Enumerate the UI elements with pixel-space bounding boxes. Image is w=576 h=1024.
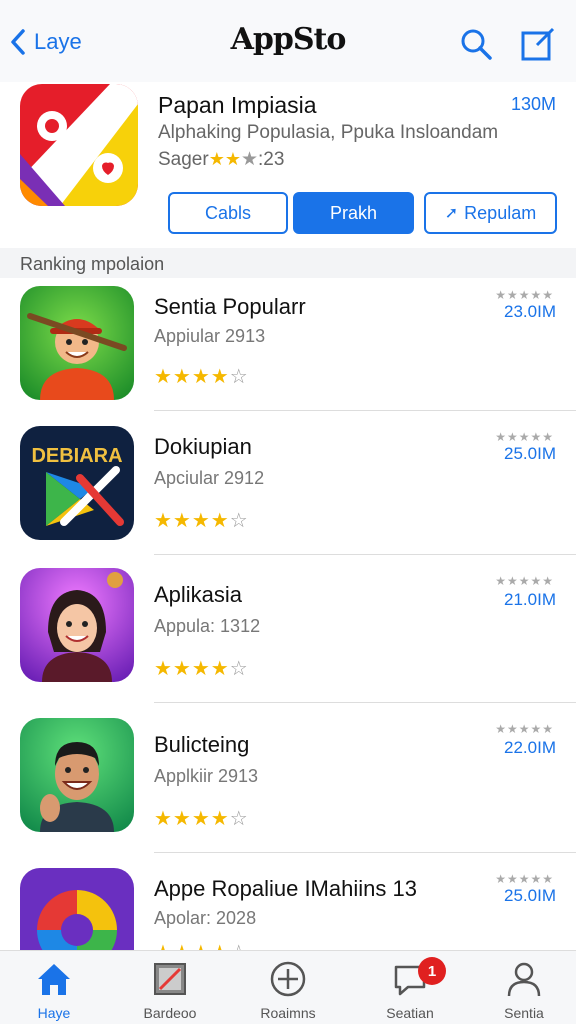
app-icon-4[interactable]	[20, 718, 134, 832]
mini-rating-stars: ★★★★★	[495, 288, 554, 302]
prakh-button[interactable]: Prakh	[293, 192, 414, 234]
featured-app-icon[interactable]	[20, 84, 138, 206]
tab-roaimns[interactable]: Roaimns	[238, 959, 338, 1021]
app-size: 22.0IM	[504, 738, 556, 757]
tab-bar: Haye Bardeoo Roaimns 1 Seatian Sentia	[0, 950, 576, 1024]
app-category: Apciular 2912	[154, 468, 265, 488]
list-item[interactable]: Appe Ropaliue IMahiins 13 Apolar: 2028 ★…	[0, 866, 576, 950]
search-icon[interactable]	[458, 26, 494, 62]
app-rating-stars: ★★★★☆	[154, 658, 249, 680]
prakh-button-label: Prakh	[329, 202, 378, 223]
app-name: Bulicteing	[154, 732, 250, 757]
compose-icon[interactable]	[520, 26, 556, 62]
app-icon-3[interactable]	[20, 568, 134, 682]
list-item[interactable]: Bulicteing Applkiir 2913 ★★★★☆ ★★★★★ 22.…	[0, 716, 576, 864]
app-icon-2[interactable]: DEBIARA	[20, 426, 134, 540]
list-item[interactable]: Aplikasia Appula: 1312 ★★★★☆ ★★★★★ 21.0I…	[0, 566, 576, 714]
divider	[154, 410, 576, 411]
newspaper-icon	[154, 963, 186, 995]
rating-half-star: ★	[240, 149, 259, 170]
app-icon-1[interactable]	[20, 286, 134, 400]
featured-app-size: 130M	[510, 94, 556, 114]
app-name: Dokiupian	[154, 434, 252, 459]
app-icon-5[interactable]	[20, 868, 134, 950]
notification-badge: 1	[418, 957, 446, 985]
rating-prefix: Sager	[158, 148, 209, 170]
divider	[154, 554, 576, 555]
mini-rating-stars: ★★★★★	[495, 430, 554, 444]
app-rating-stars: ★★★★☆	[154, 366, 249, 388]
app-rating-stars: ★★★★☆	[154, 940, 249, 950]
divider	[154, 852, 576, 853]
app-name: Sentia Popularr	[154, 294, 306, 319]
tab-label: Haye	[37, 1005, 71, 1021]
featured-app-subtitle: Alphaking Populasia, Ppuka Insloandam	[158, 122, 499, 143]
arrow-icon: ➚	[444, 205, 459, 222]
tab-home[interactable]: Haye	[4, 959, 104, 1021]
tab-bardeoo[interactable]: Bardeoo	[120, 959, 220, 1021]
app-size: 25.0IM	[504, 886, 556, 905]
app-rating-stars: ★★★★☆	[154, 510, 249, 532]
tab-sentia[interactable]: Sentia	[474, 959, 574, 1021]
section-label: Ranking mpolaion	[20, 254, 165, 274]
ranking-section-header: Ranking mpolaion	[0, 248, 576, 278]
list-item[interactable]: Sentia Popularr Appiular 2913 ★★★★☆ ★★★★…	[0, 280, 576, 428]
app-name: Aplikasia	[154, 582, 243, 607]
list-item[interactable]: DEBIARA Dokiupian Apciular 2912 ★★★★☆ ★★…	[0, 420, 576, 568]
repulam-button-label: Repulam	[464, 202, 537, 223]
tab-label: Roaimns	[260, 1005, 316, 1021]
app-size: 23.0IM	[504, 302, 556, 321]
app-category: Appiular 2913	[154, 326, 266, 346]
app-category: Appula: 1312	[154, 616, 261, 636]
rating-stars: ★★	[208, 149, 241, 169]
rating-value: :23	[258, 148, 285, 170]
app-name: Appe Ropaliue IMahiins 13	[154, 876, 417, 901]
repulam-button[interactable]: ➚ Repulam	[424, 192, 557, 234]
app-size: 25.0IM	[504, 444, 556, 463]
divider	[154, 702, 576, 703]
tab-label: Bardeoo	[143, 1005, 197, 1021]
app-rating-stars: ★★★★☆	[154, 808, 249, 830]
mini-rating-stars: ★★★★★	[495, 872, 554, 886]
nav-bar: Laye AppSto	[0, 0, 576, 82]
app-category: Apolar: 2028	[154, 908, 257, 928]
svg-text:DEBIARA: DEBIARA	[31, 445, 122, 467]
cabls-button[interactable]: Cabls	[168, 192, 288, 234]
cabls-button-label: Cabls	[204, 202, 252, 223]
featured-app-rating: Sager ★★ ★ :23	[158, 148, 284, 171]
app-size: 21.0IM	[504, 590, 556, 609]
person-icon	[507, 962, 541, 997]
add-circle-icon	[270, 961, 306, 997]
featured-app[interactable]: Papan Impiasia 130M Alphaking Populasia,…	[0, 82, 576, 248]
mini-rating-stars: ★★★★★	[495, 574, 554, 588]
featured-app-title: Papan Impiasia	[158, 92, 317, 118]
tab-seatian[interactable]: 1 Seatian	[360, 957, 460, 1021]
home-icon	[38, 964, 70, 995]
app-category: Applkiir 2913	[154, 766, 259, 786]
tab-label: Sentia	[504, 1005, 544, 1021]
tab-label: Seatian	[386, 1005, 434, 1021]
mini-rating-stars: ★★★★★	[495, 722, 554, 736]
